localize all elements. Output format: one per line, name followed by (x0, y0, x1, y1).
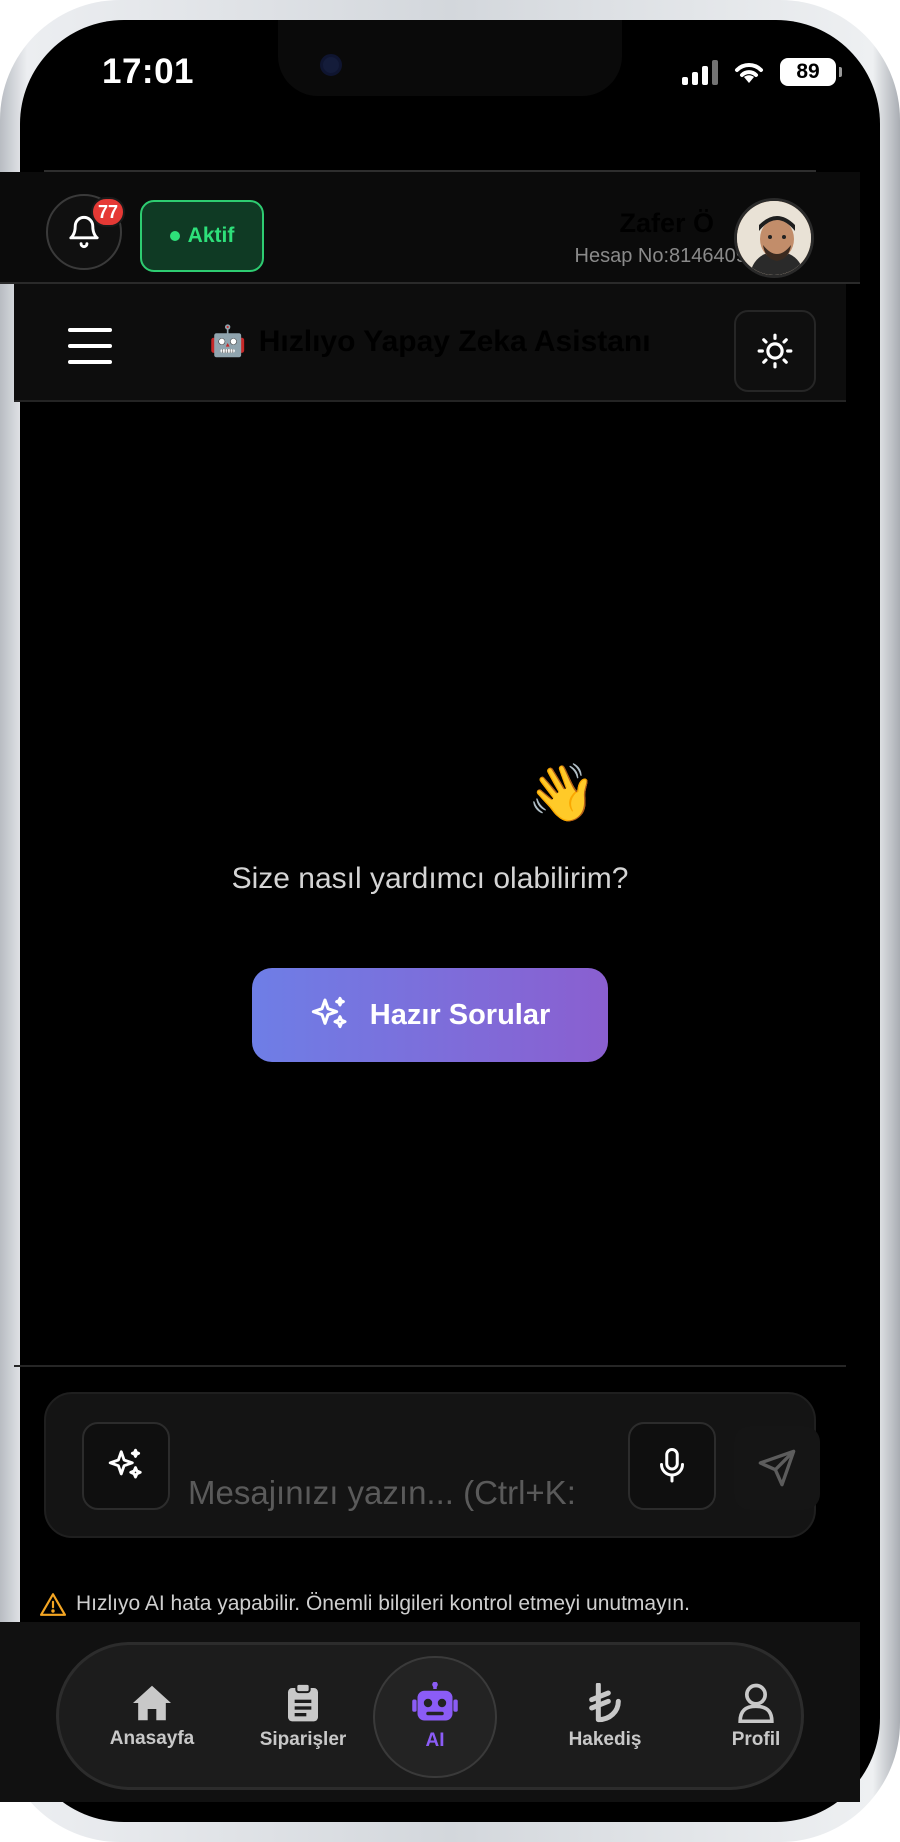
nav-item-home[interactable]: Anasayfa (92, 1662, 212, 1772)
home-icon (133, 1685, 171, 1721)
greeting-heading: Merhaba! 👋 (262, 761, 598, 824)
quick-questions-button[interactable]: Hazır Sorular (252, 968, 608, 1062)
nav-label: Anasayfa (109, 1728, 195, 1749)
clipboard-icon (288, 1683, 318, 1722)
nav-item-earnings[interactable]: Hakediş (545, 1662, 665, 1772)
quick-questions-label: Hazır Sorular (369, 998, 551, 1031)
status-toggle[interactable]: Aktif (140, 200, 264, 272)
lira-icon (589, 1683, 621, 1723)
status-dot (169, 231, 180, 241)
app-brand: hızlıyo (369, 125, 491, 169)
robot-icon (412, 1682, 458, 1721)
nav-item-ai[interactable]: AI (373, 1656, 497, 1778)
status-time: 17:01 (102, 52, 195, 91)
status-label: Aktif (187, 224, 235, 247)
ai-suggestions-button[interactable] (82, 1422, 170, 1510)
signal-icon (682, 59, 718, 85)
nav-label: AI (425, 1730, 445, 1751)
sun-icon (757, 333, 793, 369)
nav-item-profile[interactable]: Profil (696, 1662, 816, 1772)
robot-emoji-icon: 🤖 (209, 325, 247, 358)
microphone-button[interactable] (628, 1422, 716, 1510)
nav-label: Siparişler (259, 1729, 347, 1750)
nav-label: Hakediş (568, 1729, 642, 1750)
notification-badge: 77 (91, 197, 126, 227)
message-input[interactable] (188, 1470, 628, 1516)
nav-label: Profil (731, 1729, 781, 1750)
chat-title-text: Hızlıyo Yapay Zeka Asistanı (258, 324, 651, 358)
warning-icon (40, 1593, 66, 1616)
chat-title: 🤖 Hızlıyo Yapay Zeka Asistanı (0, 324, 860, 359)
user-icon (738, 1683, 774, 1723)
divider (14, 1365, 846, 1367)
theme-toggle-button[interactable] (734, 310, 816, 392)
nav-item-orders[interactable]: Siparişler (243, 1662, 363, 1772)
camera (320, 54, 342, 76)
sparkles-icon (311, 996, 347, 1029)
sparkles-icon (108, 1448, 142, 1479)
avatar[interactable] (734, 198, 814, 278)
microphone-icon (660, 1448, 684, 1483)
account-number: Hesap No:81464097 (574, 245, 758, 267)
send-icon (758, 1449, 796, 1487)
user-name: Zafer Ö (619, 208, 714, 238)
greeting-subtitle: Size nasıl yardımcı olabilirim? (231, 862, 629, 895)
wifi-icon (735, 63, 763, 83)
disclaimer-text: Hızlıyo AI hata yapabilir. Önemli bilgil… (76, 1592, 690, 1615)
status-icons: 89 (682, 58, 842, 86)
ai-disclaimer: Hızlıyo AI hata yapabilir. Önemli bilgil… (40, 1592, 840, 1616)
send-button[interactable] (734, 1426, 820, 1510)
battery-indicator: 89 (780, 58, 842, 86)
